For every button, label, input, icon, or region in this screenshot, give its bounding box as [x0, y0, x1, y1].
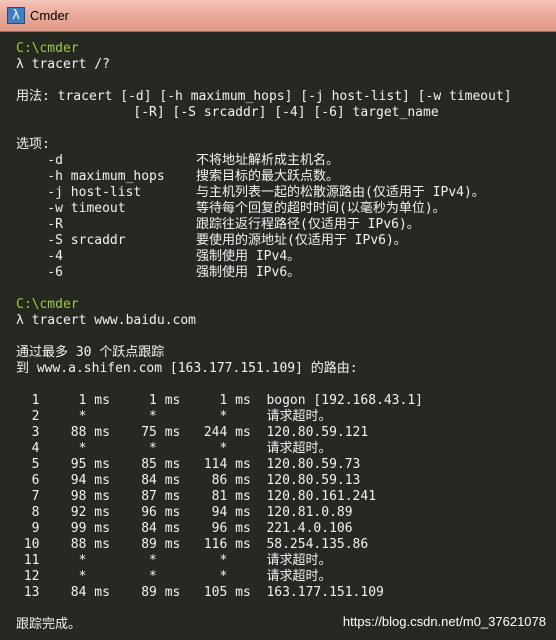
console-line: 9 99 ms 84 ms 96 ms 221.4.0.106 — [16, 521, 353, 536]
console-line: 2 * * * 请求超时。 — [16, 409, 332, 424]
console-line: -j host-list 与主机列表一起的松散源路由(仅适用于 IPv4)。 — [16, 185, 485, 200]
console-line: -R 跟踪往返行程路径(仅适用于 IPv6)。 — [16, 217, 420, 232]
console-line: 8 92 ms 96 ms 94 ms 120.81.0.89 — [16, 505, 353, 520]
console-line: -S srcaddr 要使用的源地址(仅适用于 IPv6)。 — [16, 233, 407, 248]
console-line: 12 * * * 请求超时。 — [16, 569, 332, 584]
console-line: 7 98 ms 87 ms 81 ms 120.80.161.241 — [16, 489, 377, 504]
lambda-icon: λ — [7, 7, 25, 24]
console-line: 跟踪完成。 — [16, 617, 82, 632]
console-line: 1 1 ms 1 ms 1 ms bogon [192.168.43.1] — [16, 393, 423, 408]
console-line: 用法: tracert [-d] [-h maximum_hops] [-j h… — [16, 89, 512, 104]
console-line: 5 95 ms 85 ms 114 ms 120.80.59.73 — [16, 457, 361, 472]
console-line: -4 强制使用 IPv4。 — [16, 249, 301, 264]
console-line: 11 * * * 请求超时。 — [16, 553, 332, 568]
console-line: 选项: — [16, 137, 50, 152]
console-line: λ tracert /? — [16, 57, 110, 72]
console-line: -6 强制使用 IPv6。 — [16, 265, 301, 280]
watermark: https://blog.csdn.net/m0_37621078 — [342, 614, 546, 629]
console-line: -h maximum_hops 搜索目标的最大跃点数。 — [16, 169, 340, 184]
console-line: 6 94 ms 84 ms 86 ms 120.80.59.13 — [16, 473, 361, 488]
window-title: Cmder — [30, 8, 70, 23]
console-line: 通过最多 30 个跃点跟踪 — [16, 345, 165, 360]
console-line: 4 * * * 请求超时。 — [16, 441, 332, 456]
console-output[interactable]: C:\cmder λ tracert /? 用法: tracert [-d] [-h… — [0, 32, 556, 640]
prompt-path: C:\cmder — [16, 41, 79, 56]
console-line: 10 88 ms 89 ms 116 ms 58.254.135.86 — [16, 537, 369, 552]
title-bar[interactable]: λ Cmder — [0, 0, 556, 32]
console-line: 3 88 ms 75 ms 244 ms 120.80.59.121 — [16, 425, 369, 440]
console-line: λ tracert www.baidu.com — [16, 313, 197, 328]
console-line: 13 84 ms 89 ms 105 ms 163.177.151.109 — [16, 585, 384, 600]
console-line: [-R] [-S srcaddr] [-4] [-6] target_name — [16, 105, 439, 120]
console-line: -w timeout 等待每个回复的超时时间(以毫秒为单位)。 — [16, 201, 446, 216]
console-line: 到 www.a.shifen.com [163.177.151.109] 的路由… — [16, 361, 358, 376]
prompt-path: C:\cmder — [16, 297, 79, 312]
cmder-window: λ Cmder C:\cmder λ tracert /? 用法: tracert … — [0, 0, 556, 640]
console-line: -d 不将地址解析成主机名。 — [16, 153, 340, 168]
